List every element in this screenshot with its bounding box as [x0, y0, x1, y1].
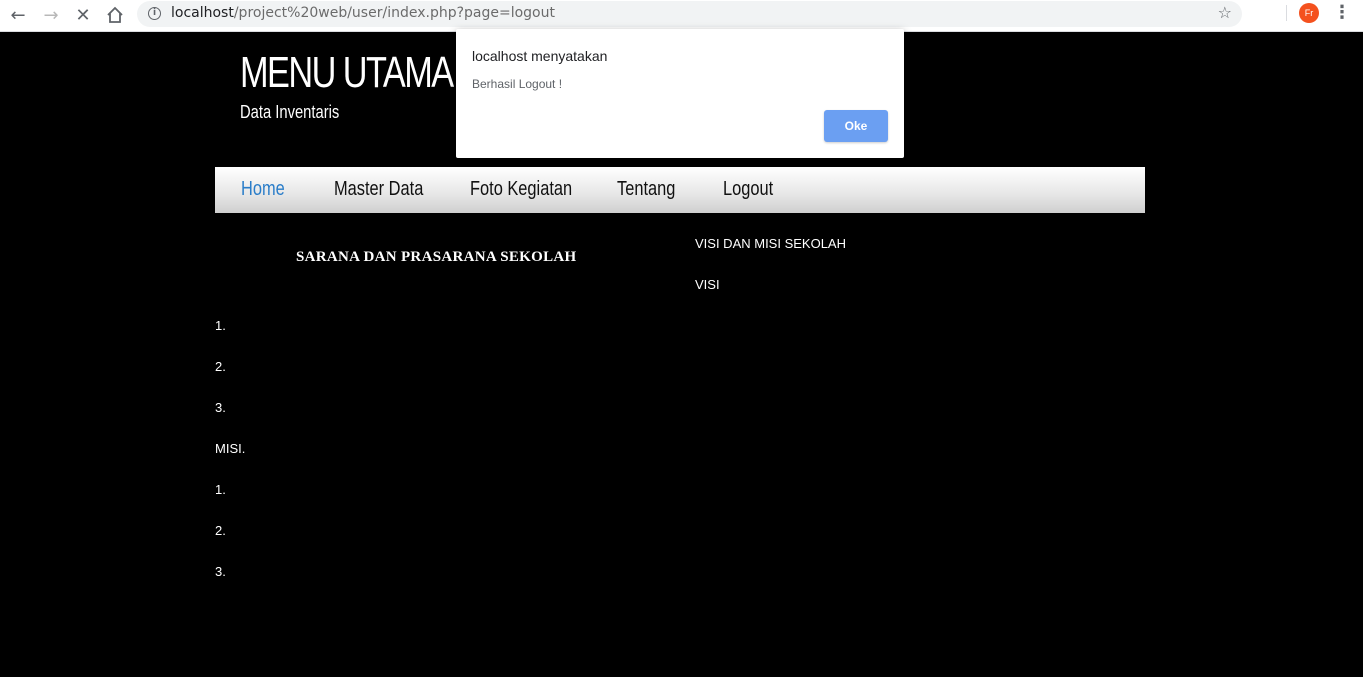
- page-subtitle: Data Inventaris: [240, 102, 340, 122]
- dialog-message: Berhasil Logout !: [472, 77, 563, 91]
- visi-item-3: 3.: [215, 400, 226, 415]
- address-bar[interactable]: i localhost/project%20web/user/index.php…: [137, 1, 1242, 27]
- misi-label: MISI.: [215, 441, 246, 456]
- nav-item-logout[interactable]: Logout: [723, 178, 773, 201]
- avatar[interactable]: Fr: [1299, 3, 1319, 23]
- sarana-heading: SARANA DAN PRASARANA SEKOLAH: [296, 249, 577, 265]
- main-nav: Home Master Data Foto Kegiatan Tentang L…: [215, 167, 1145, 213]
- home-icon[interactable]: [103, 3, 127, 27]
- toolbar-divider: [1286, 5, 1287, 21]
- forward-icon[interactable]: →: [39, 3, 63, 27]
- visi-item-1: 1.: [215, 318, 226, 333]
- alert-dialog: localhost menyatakan Berhasil Logout ! O…: [456, 29, 904, 158]
- ok-button[interactable]: Oke: [824, 110, 888, 142]
- menu-icon[interactable]: ⋮: [1333, 3, 1351, 23]
- dialog-title: localhost menyatakan: [472, 48, 608, 64]
- nav-item-master-data[interactable]: Master Data: [334, 178, 423, 201]
- url-text[interactable]: localhost/project%20web/user/index.php?p…: [171, 5, 555, 21]
- stop-icon[interactable]: ✕: [71, 3, 95, 27]
- nav-item-foto-kegiatan[interactable]: Foto Kegiatan: [470, 178, 572, 201]
- page-title: MENU UTAMA: [240, 48, 454, 97]
- info-icon[interactable]: i: [148, 7, 161, 20]
- misi-item-2: 2.: [215, 523, 226, 538]
- url-path: /project%20web/user/index.php?page=logou…: [233, 5, 555, 21]
- visi-item-2: 2.: [215, 359, 226, 374]
- misi-item-1: 1.: [215, 482, 226, 497]
- nav-item-tentang[interactable]: Tentang: [617, 178, 675, 201]
- misi-item-3: 3.: [215, 564, 226, 579]
- visi-misi-heading: VISI DAN MISI SEKOLAH: [695, 236, 846, 251]
- star-icon[interactable]: ☆: [1218, 3, 1232, 22]
- visi-label: VISI: [695, 277, 720, 292]
- back-icon[interactable]: ←: [6, 3, 30, 27]
- url-host: localhost: [171, 5, 234, 21]
- nav-item-home[interactable]: Home: [241, 178, 285, 201]
- browser-toolbar: ← → ✕ i localhost/project%20web/user/ind…: [0, 0, 1363, 32]
